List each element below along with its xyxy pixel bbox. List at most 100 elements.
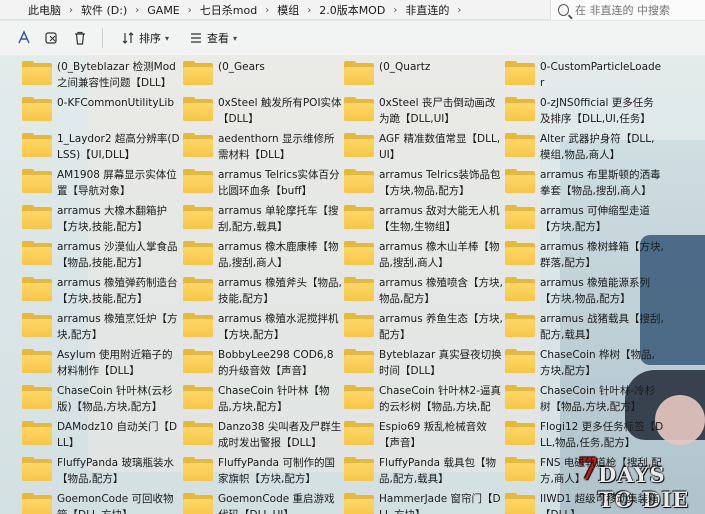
search-icon [558, 4, 569, 16]
folder-item[interactable]: arramus 可伸缩型走道【方块,配方】 [505, 202, 666, 238]
folder-item[interactable]: (0_Quartz [344, 58, 505, 94]
folder-item[interactable]: arramus 养鱼生态【方块,配方】 [344, 310, 505, 346]
breadcrumb-item[interactable]: 此电脑 [28, 2, 61, 18]
folder-item[interactable]: arramus 敌对大能无人机【生物,生物组】 [344, 202, 505, 238]
folder-item[interactable]: 0xSteel 触发所有POI实体【DLL】 [183, 94, 344, 130]
folder-icon [505, 133, 535, 157]
folder-item[interactable]: GoemonCode 可回收物箱【DLL,方块】 [22, 490, 183, 514]
folder-item[interactable]: Asylum 使用附近箱子的材料制作【DLL】 [22, 346, 183, 382]
chevron-right-icon[interactable]: › [188, 5, 192, 16]
folder-name: FluffyPanda 可制作的国家旗帜【方块,配方】 [218, 457, 335, 485]
folder-item[interactable]: 1_Laydor2 超高分辨率(DLSS)【UI,DLL】 [22, 130, 183, 166]
folder-item[interactable]: Danzo38 尖叫者及尸群生成时发出警报【DLL】 [183, 418, 344, 454]
folder-icon [344, 493, 374, 514]
folder-item[interactable]: FluffyPanda 玻璃瓶装水【物品,配方】 [22, 454, 183, 490]
folder-name: arramus 橡殖喷含【方块,物品,配方】 [379, 277, 503, 305]
folder-item[interactable]: FNS 电磁轨道枪【搜刮,配方,商人】 [505, 454, 666, 490]
copy-link-icon[interactable] [42, 28, 62, 48]
folder-name: (0_Byteblazar 检测Mod之间兼容性问题【DLL】 [57, 61, 176, 89]
folder-item[interactable]: IIWD1 超级可移动集装箱【DLL】 [505, 490, 666, 514]
folder-item[interactable]: arramus 橡殖弹药制造台【方块,技能,配方】 [22, 274, 183, 310]
chevron-right-icon[interactable]: › [265, 5, 269, 16]
folder-item[interactable]: FluffyPanda 可制作的国家旗帜【方块,配方】 [183, 454, 344, 490]
folder-name: arramus 橡殖水泥搅拌机【方块,配方】 [218, 313, 339, 341]
folder-name: 0-KFCommonUtilityLib [57, 97, 175, 109]
folder-item[interactable]: aedenthorn 显示维修所需材料【DLL】 [183, 130, 344, 166]
folder-item[interactable]: arramus 沙漠仙人掌食品【物品,技能,配方】 [22, 238, 183, 274]
chevron-right-icon[interactable]: › [135, 5, 139, 16]
folder-name: arramus 橡殖弹药制造台【方块,技能,配方】 [57, 277, 178, 305]
chevron-right-icon[interactable]: › [457, 5, 461, 16]
breadcrumb-item[interactable]: 模组 [277, 2, 299, 18]
folder-item[interactable]: arramus Telrics实体百分比圆环血条【buff】 [183, 166, 344, 202]
folder-item[interactable]: arramus 布里斯顿的洒毒拳套【物品,搜刮,商人】 [505, 166, 666, 202]
folder-item[interactable]: HammerJade 窗帘门【DLL,方块】 [344, 490, 505, 514]
folder-item[interactable]: arramus 橡殖烹饪炉【方块,配方】 [22, 310, 183, 346]
folder-item[interactable]: (0_Gears [183, 58, 344, 94]
folder-name: HammerJade 窗帘门【DLL,方块】 [379, 493, 501, 514]
folder-item[interactable]: (0_Byteblazar 检测Mod之间兼容性问题【DLL】 [22, 58, 183, 94]
folder-item[interactable]: AM1908 屏幕显示实体位置【导航对象】 [22, 166, 183, 202]
folder-item[interactable]: 0-KFCommonUtilityLib [22, 94, 183, 130]
folder-item[interactable]: AGF 精准数值常显【DLL,UI】 [344, 130, 505, 166]
folder-item[interactable]: arramus 单轮摩托车【搜刮,配方,载具】 [183, 202, 344, 238]
folder-icon [22, 169, 52, 193]
folder-icon [183, 421, 213, 445]
folder-name: arramus 战猪载具【搜刮,配方,载具】 [540, 313, 664, 341]
view-button[interactable]: 查看 ▾ [183, 26, 243, 50]
breadcrumb-item[interactable]: 2.0版本MOD [319, 2, 385, 18]
folder-icon [505, 97, 535, 121]
folder-item[interactable]: arramus 橡树蜂箱【方块,群落,配方】 [505, 238, 666, 274]
chevron-right-icon[interactable]: › [69, 5, 73, 16]
folder-item[interactable]: ChaseCoin 针叶林(云杉版)【物品,方块,配方】 [22, 382, 183, 418]
delete-icon[interactable] [70, 28, 90, 48]
folder-icon [505, 457, 535, 481]
folder-item[interactable]: ChaseCoin 针叶林-冷杉树【物品,方块,配方】 [505, 382, 666, 418]
folder-item[interactable]: Byteblazar 真实昼夜切换时间【DLL】 [344, 346, 505, 382]
breadcrumb-item[interactable]: GAME [147, 4, 180, 17]
sort-button[interactable]: 排序 ▾ [115, 26, 175, 50]
chevron-right-icon[interactable]: › [307, 5, 311, 16]
folder-name: 0xSteel 触发所有POI实体【DLL】 [218, 97, 342, 125]
folder-item[interactable]: 0-zJNS0fficial 更多任务及排序【DLL,UI,任务】 [505, 94, 666, 130]
folder-item[interactable]: ChaseCoin 桦树【物品,方块,配方】 [505, 346, 666, 382]
breadcrumb-item[interactable]: 软件 (D:) [81, 2, 127, 18]
folder-item[interactable]: Espio69 叛乱枪械音效【声音】 [344, 418, 505, 454]
breadcrumb-item[interactable]: 非直连的 [405, 2, 449, 18]
folder-item[interactable]: 0xSteel 丧尸击倒动画改为跪【DLL,UI】 [344, 94, 505, 130]
folder-item[interactable]: Alter 武器护身符【DLL,模组,物品,商人】 [505, 130, 666, 166]
folder-name: AM1908 屏幕显示实体位置【导航对象】 [57, 169, 177, 197]
folder-item[interactable]: GoemonCode 重启游戏代码【DLL,UI】 [183, 490, 344, 514]
search-input[interactable] [575, 3, 705, 17]
folder-icon [344, 133, 374, 157]
folder-item[interactable]: DAModz10 自动关门【DLL】 [22, 418, 183, 454]
search-box[interactable] [550, 0, 705, 20]
folder-name: ChaseCoin 针叶林2-逼真的云杉树【物品,方块,配方】 [379, 385, 501, 413]
folder-item[interactable]: arramus 橡殖能源系列【方块,物品,配方】 [505, 274, 666, 310]
ai-share-icon[interactable] [14, 28, 34, 48]
folder-item[interactable]: arramus 大橡木翻箱护【方块,技能,配方】 [22, 202, 183, 238]
folder-item[interactable]: arramus 橡木山羊棒【物品,搜刮,商人】 [344, 238, 505, 274]
folder-item[interactable]: BobbyLee298 COD6,8的升级音效【声音】 [183, 346, 344, 382]
folder-name: arramus 布里斯顿的洒毒拳套【物品,搜刮,商人】 [540, 169, 661, 197]
breadcrumb-item[interactable]: 七日杀mod [200, 2, 257, 18]
folder-item[interactable]: FluffyPanda 载具包【物品,配方,载具】 [344, 454, 505, 490]
folder-item[interactable]: arramus 橡殖水泥搅拌机【方块,配方】 [183, 310, 344, 346]
folder-name: ChaseCoin 针叶林(云杉版)【物品,方块,配方】 [57, 385, 173, 413]
view-icon [191, 33, 202, 43]
folder-item[interactable]: ChaseCoin 针叶林【物品,方块,配方】 [183, 382, 344, 418]
folder-item[interactable]: ChaseCoin 针叶林2-逼真的云杉树【物品,方块,配方】 [344, 382, 505, 418]
folder-icon [22, 493, 52, 514]
folder-name: arramus Telrics实体百分比圆环血条【buff】 [218, 169, 340, 197]
folder-item[interactable]: arramus 橡木鹿康棒【物品,搜刮,商人】 [183, 238, 344, 274]
folder-item[interactable]: arramus 橡殖喷含【方块,物品,配方】 [344, 274, 505, 310]
folder-name: Byteblazar 真实昼夜切换时间【DLL】 [379, 349, 502, 377]
folder-item[interactable]: Flogi12 更多任务标签【DLL,物品,任务,配方】 [505, 418, 666, 454]
folder-name: arramus 可伸缩型走道【方块,配方】 [540, 205, 651, 233]
folder-item[interactable]: 0-CustomParticleLoader [505, 58, 666, 94]
folder-item[interactable]: arramus 战猪载具【搜刮,配方,载具】 [505, 310, 666, 346]
folder-item[interactable]: arramus Telrics装饰品包【方块,物品,配方】 [344, 166, 505, 202]
breadcrumb[interactable]: 此电脑 › 软件 (D:) › GAME › 七日杀mod › 模组 › 2.0版本MOD › 非直连的… [0, 0, 540, 20]
chevron-right-icon[interactable]: › [393, 5, 397, 16]
folder-item[interactable]: arramus 橡殖斧头【物品,技能,配方】 [183, 274, 344, 310]
